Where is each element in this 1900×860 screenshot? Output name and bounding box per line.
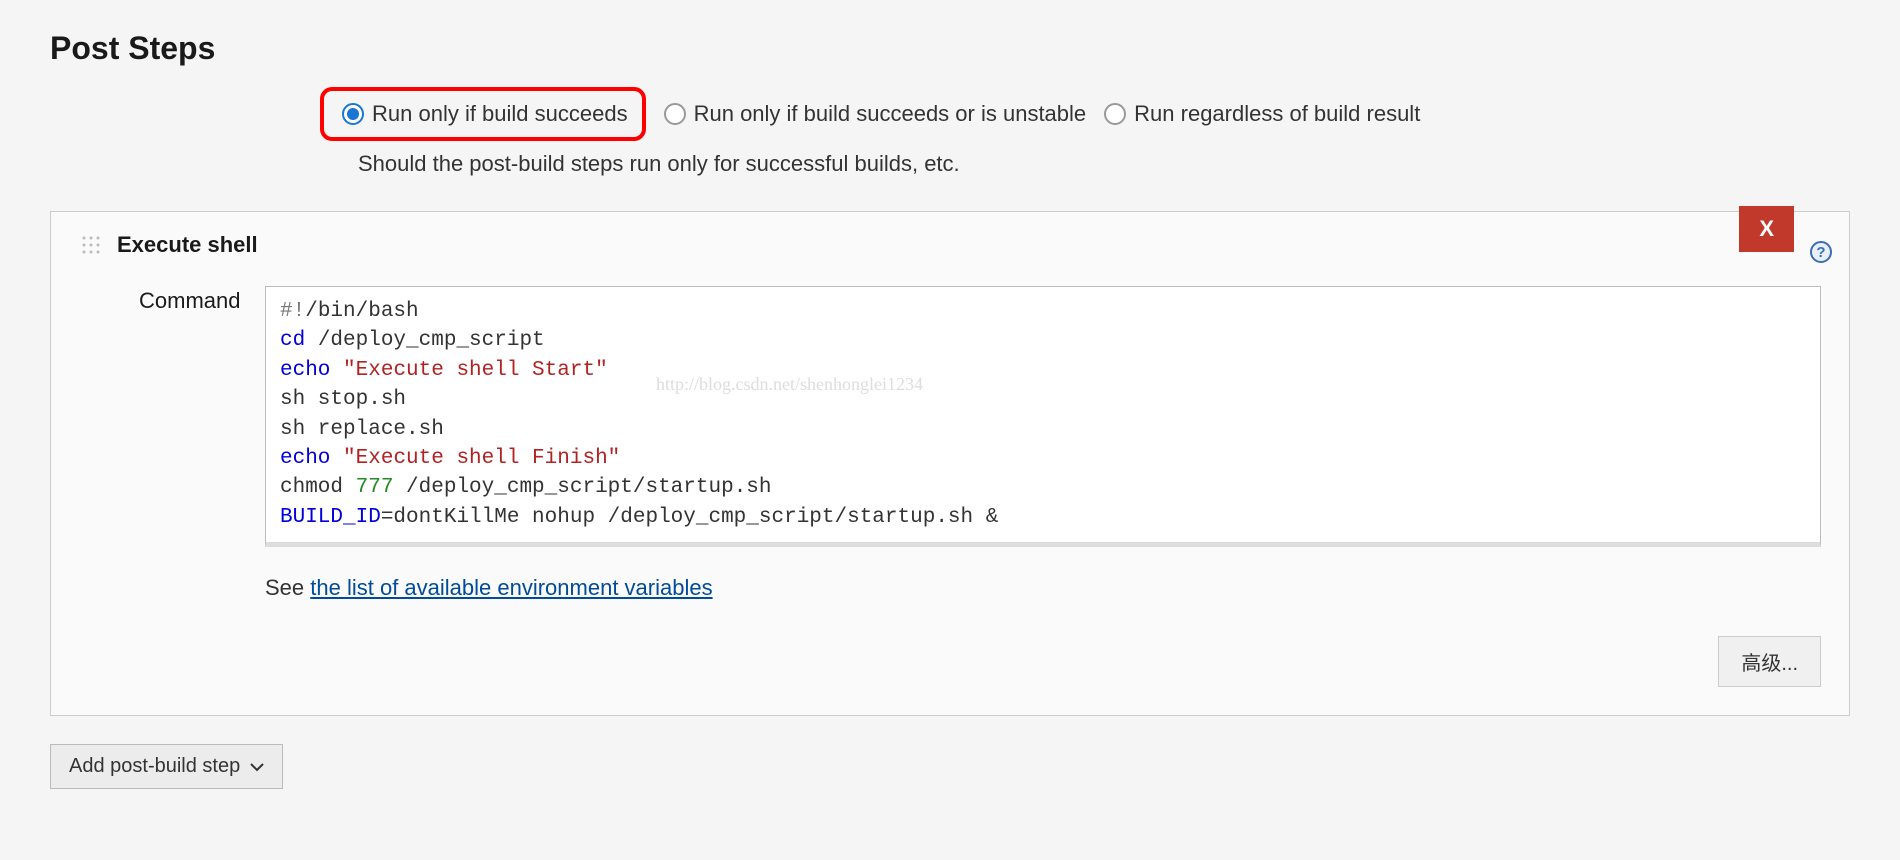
command-label: Command xyxy=(139,286,249,314)
svg-text:?: ? xyxy=(1816,244,1825,261)
add-post-build-step-button[interactable]: Add post-build step xyxy=(50,744,283,789)
radio-run-if-succeeds-or-unstable[interactable]: Run only if build succeeds or is unstabl… xyxy=(664,101,1087,127)
radio-label: Run regardless of build result xyxy=(1134,101,1420,127)
advanced-button[interactable]: 高级... xyxy=(1718,636,1821,687)
section-title: Post Steps xyxy=(50,0,1850,87)
step-title: Execute shell xyxy=(117,232,258,258)
add-step-label: Add post-build step xyxy=(69,755,240,778)
env-vars-help: See the list of available environment va… xyxy=(79,575,1821,601)
delete-step-button[interactable]: X xyxy=(1739,206,1794,252)
command-textarea[interactable]: http://blog.csdn.net/shenhonglei1234#!/b… xyxy=(265,286,1821,547)
radio-label: Run only if build succeeds xyxy=(372,101,628,127)
env-vars-link[interactable]: the list of available environment variab… xyxy=(310,575,712,600)
radio-icon xyxy=(342,103,364,125)
radio-label: Run only if build succeeds or is unstabl… xyxy=(694,101,1087,127)
radio-icon xyxy=(1104,103,1126,125)
radio-description: Should the post-build steps run only for… xyxy=(320,151,1850,177)
post-steps-run-condition: Run only if build succeeds Run only if b… xyxy=(50,87,1850,181)
radio-run-regardless[interactable]: Run regardless of build result xyxy=(1104,101,1420,127)
drag-handle-icon[interactable] xyxy=(79,233,103,257)
radio-icon xyxy=(664,103,686,125)
execute-shell-step: X ? Execute shell Command http://blog.cs… xyxy=(50,211,1850,716)
help-icon[interactable]: ? xyxy=(1809,240,1833,264)
radio-run-if-succeeds[interactable]: Run only if build succeeds xyxy=(342,101,628,127)
watermark-text: http://blog.csdn.net/shenhonglei1234 xyxy=(656,372,923,397)
chevron-down-icon xyxy=(250,755,264,778)
annotation-highlight: Run only if build succeeds xyxy=(320,87,646,141)
